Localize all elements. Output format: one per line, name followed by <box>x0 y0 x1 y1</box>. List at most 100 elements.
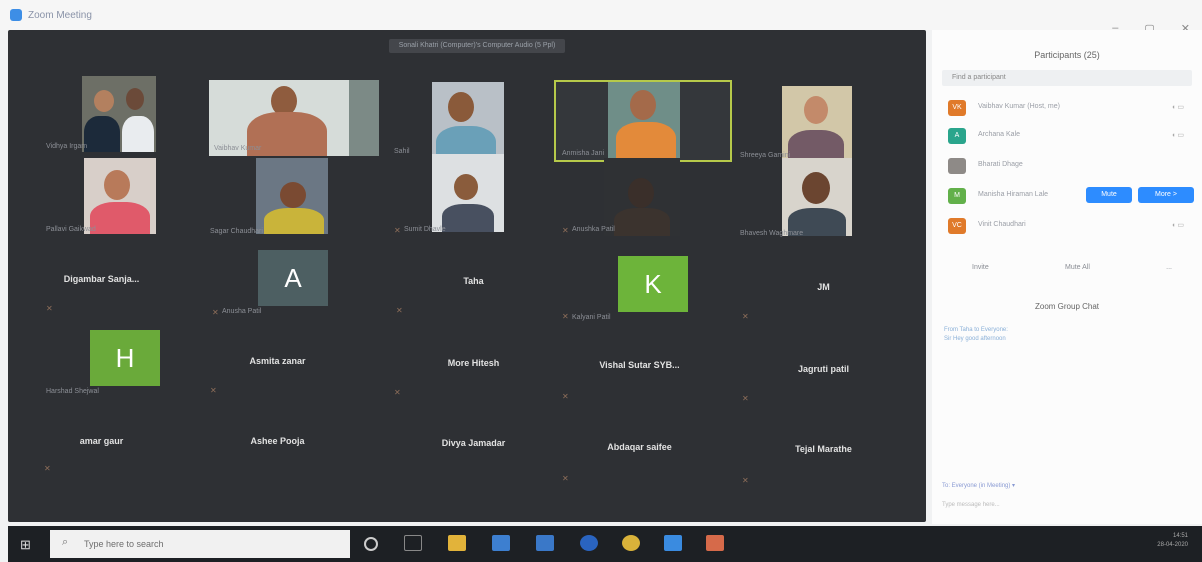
chat-message: From Taha to Everyone: Sir Hey good afte… <box>944 326 1008 344</box>
participant-name: Anusha Patil <box>222 308 262 315</box>
chat-text: Sir Hey good afternoon <box>944 336 1006 342</box>
participant-video-dark <box>604 158 680 236</box>
taskbar-search-box[interactable]: ⌕ Type here to search <box>50 530 350 558</box>
more-options-button[interactable]: ... <box>1166 264 1172 271</box>
clock-time[interactable]: 14:51 <box>1157 532 1188 541</box>
participant-row-hover[interactable]: M Manisha Hiraman Lale Mute More > <box>944 186 1196 206</box>
participant-video <box>432 82 504 158</box>
participant-avatar: M <box>948 188 966 204</box>
participant-name: Manisha Hiraman Lale <box>978 191 1049 198</box>
participant-tile[interactable]: Bhavesh Waghmare <box>738 154 909 237</box>
mic-muted-icon: ✕ <box>562 226 569 235</box>
participant-tile[interactable]: Anmisha Jani <box>554 70 732 162</box>
participant-tile[interactable]: More Hitesh ✕ <box>388 322 559 404</box>
chat-input[interactable]: Type message here... <box>942 502 1000 508</box>
participant-name: Taha <box>463 276 484 286</box>
participant-row[interactable]: Bharati Dhage <box>944 156 1196 176</box>
mic-muted-icon: ✕ <box>562 392 569 401</box>
participant-tile[interactable]: Digambar Sanja... ✕ <box>16 236 187 318</box>
mail-icon[interactable] <box>536 535 554 551</box>
participant-tile[interactable]: Jagruti patil ✕ <box>738 322 909 404</box>
chrome-icon[interactable] <box>622 535 640 551</box>
participant-tile[interactable]: JM ✕ <box>738 236 909 321</box>
mic-muted-icon: ✕ <box>742 312 749 321</box>
participant-video <box>256 158 328 234</box>
participant-tile[interactable]: Divya Jamadar <box>388 406 559 488</box>
participant-tile[interactable]: Pallavi Gaikwad <box>16 154 187 236</box>
participant-row[interactable]: A Archana Kale ◖ ▭ <box>944 126 1196 146</box>
participant-tile[interactable]: Taha ✕ <box>388 236 559 318</box>
mute-button[interactable]: Mute <box>1086 187 1132 203</box>
participant-tile[interactable]: Abdaqar saifee ✕ <box>554 406 725 488</box>
mic-muted-icon: ✕ <box>396 306 403 315</box>
participant-tile[interactable]: Vaibhav Kumar <box>192 70 379 156</box>
mic-icon: ◖ ▭ <box>1171 132 1184 139</box>
participant-video <box>84 158 156 234</box>
participant-name: Vinit Chaudhari <box>978 221 1026 228</box>
paint-icon[interactable] <box>706 535 724 551</box>
search-icon: ⌕ <box>62 536 69 548</box>
participant-tile[interactable]: Sahil <box>388 70 559 158</box>
participant-tile[interactable]: Vidhya Irgam <box>16 70 187 152</box>
participant-row[interactable]: VK Vaibhav Kumar (Host, me) ◖ ▭ <box>944 98 1196 118</box>
invite-button[interactable]: Invite <box>972 264 989 271</box>
task-view-icon[interactable] <box>404 535 422 551</box>
taskbar: ⊞ ⌕ Type here to search 14:51 28-04-2020 <box>8 526 1202 562</box>
mic-muted-icon: ✕ <box>742 476 749 485</box>
cortana-icon[interactable] <box>364 537 378 551</box>
edge-icon[interactable] <box>580 535 598 551</box>
participant-tile[interactable]: Ashee Pooja <box>192 406 363 488</box>
windows-start-icon[interactable]: ⊞ <box>20 537 31 553</box>
participants-title: Participants (25) <box>1034 50 1100 60</box>
participant-name: Abdaqar saifee <box>607 442 672 452</box>
participant-name: Jagruti patil <box>797 364 849 374</box>
participant-video <box>432 154 504 232</box>
mic-muted-icon: ✕ <box>394 388 401 397</box>
chat-recipient-select[interactable]: To: Everyone (in Meeting) ▾ <box>942 482 1015 489</box>
participant-tile[interactable]: A ✕ Anusha Patil <box>192 236 363 318</box>
participant-tile[interactable]: K ✕ Kalyani Patil <box>554 236 725 321</box>
mic-muted-icon: ✕ <box>562 474 569 483</box>
chat-sender: From Taha to Everyone: <box>944 327 1008 333</box>
participant-tile[interactable]: amar gaur ✕ <box>16 406 187 488</box>
mic-muted-icon: ✕ <box>394 226 401 235</box>
participant-tile[interactable]: ✕ Anushka Patil <box>554 154 725 236</box>
panel-actions: Invite Mute All ... <box>972 264 1172 271</box>
participant-name: amar gaur <box>79 436 124 446</box>
clock-date[interactable]: 28-04-2020 <box>1157 541 1188 550</box>
participant-avatar: VK <box>948 100 966 116</box>
participant-name: Ashee Pooja <box>250 436 305 446</box>
participant-tile[interactable]: H Harshad Shejwal <box>16 322 187 404</box>
participant-tile[interactable]: Vishal Sutar SYB... ✕ <box>554 322 725 404</box>
window-title: Zoom Meeting <box>28 9 92 21</box>
participant-name: Kalyani Patil <box>572 314 611 321</box>
participant-avatar: A <box>948 128 966 144</box>
more-button[interactable]: More > <box>1138 187 1194 203</box>
participant-avatar: A <box>258 250 328 306</box>
participant-avatar: VC <box>948 218 966 234</box>
file-explorer-icon[interactable] <box>448 535 466 551</box>
system-tray: 14:51 28-04-2020 <box>1157 532 1188 550</box>
participant-search-input[interactable]: Find a participant <box>942 70 1192 86</box>
speaking-banner: Sonali Khatri (Computer)'s Computer Audi… <box>389 39 565 53</box>
participant-name: Harshad Shejwal <box>46 388 99 395</box>
participant-row[interactable]: VC Vinit Chaudhari ◖ ▭ <box>944 216 1196 236</box>
participant-tile[interactable]: Shreeya Gamini <box>738 70 909 162</box>
screen: Zoom Meeting – ▢ ✕ Sonali Khatri (Comput… <box>0 0 1202 562</box>
participant-tile[interactable]: Asmita zanar ✕ <box>192 322 363 404</box>
zoom-icon[interactable] <box>664 535 682 551</box>
participant-name: Sagar Chaudhari <box>210 228 263 235</box>
store-icon[interactable] <box>492 535 510 551</box>
participants-panel: Participants (25) Find a participant VK … <box>932 30 1202 524</box>
taskbar-search-placeholder: Type here to search <box>84 539 164 549</box>
participant-tile[interactable]: Tejal Marathe ✕ <box>738 406 909 488</box>
participant-tile[interactable]: ✕ Sumit Dhavle <box>388 154 559 236</box>
participant-tile[interactable]: Sagar Chaudhari <box>192 154 363 236</box>
participant-video <box>82 76 156 152</box>
participant-name: Tejal Marathe <box>795 444 852 454</box>
mute-all-button[interactable]: Mute All <box>1065 264 1090 271</box>
participant-name: More Hitesh <box>447 358 500 368</box>
chat-title: Zoom Group Chat <box>1034 302 1100 311</box>
mic-muted-icon: ✕ <box>562 312 569 321</box>
mic-icon: ◖ ▭ <box>1171 222 1184 229</box>
